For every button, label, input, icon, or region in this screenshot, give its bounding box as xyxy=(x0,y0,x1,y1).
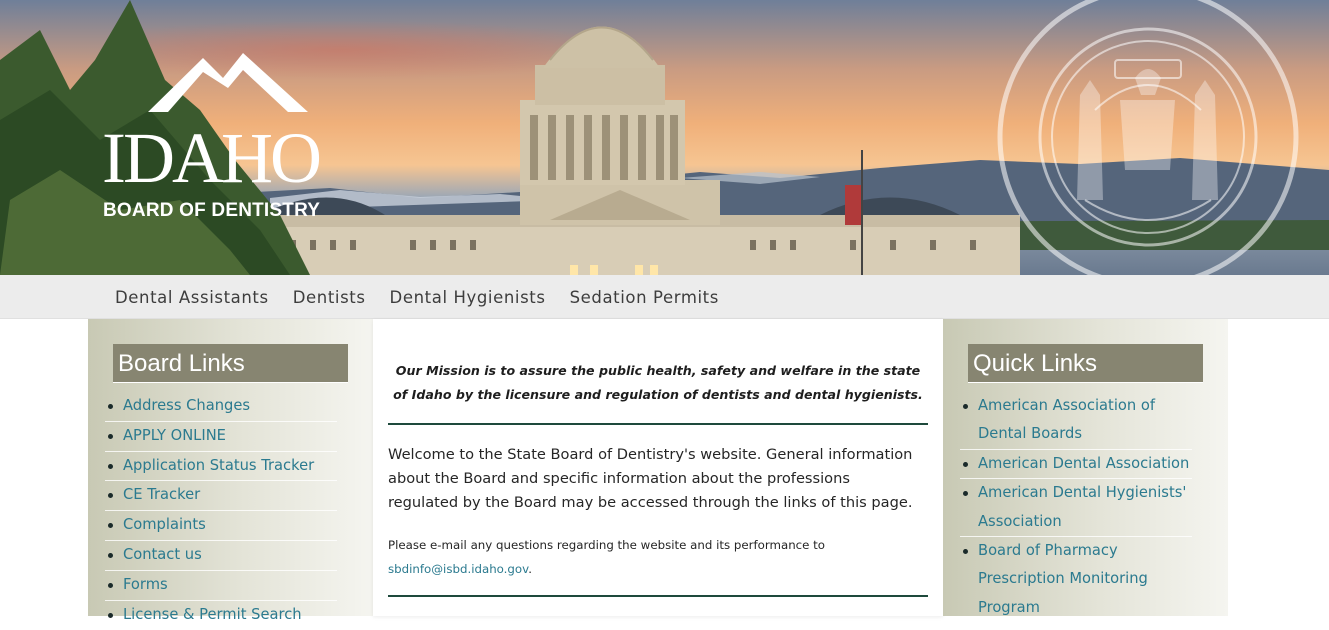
nav-item-dentists[interactable]: Dentists xyxy=(293,288,366,307)
board-links-heading: Board Links xyxy=(113,344,348,383)
quick-link-aadb[interactable]: American Association of Dental Boards xyxy=(960,392,1192,450)
divider-top xyxy=(388,423,928,425)
main-content: Our Mission is to assure the public heal… xyxy=(373,319,943,616)
board-link-address-changes[interactable]: Address Changes xyxy=(105,392,337,422)
quick-link-ada[interactable]: American Dental Association xyxy=(960,450,1192,480)
logo-title: IDAHO xyxy=(102,118,322,198)
nav-item-sedation-permits[interactable]: Sedation Permits xyxy=(570,288,719,307)
board-link-forms[interactable]: Forms xyxy=(105,571,337,601)
board-links-list: Address Changes APPLY ONLINE Application… xyxy=(105,392,337,630)
quick-link-pmp[interactable]: Board of Pharmacy Prescription Monitorin… xyxy=(960,537,1192,624)
email-note: Please e-mail any questions regarding th… xyxy=(388,533,908,581)
mission-statement: Our Mission is to assure the public heal… xyxy=(393,363,923,402)
nav-item-dental-hygienists[interactable]: Dental Hygienists xyxy=(390,288,546,307)
header-banner: IDAHO BOARD OF DENTISTRY xyxy=(0,0,1329,275)
board-link-complaints[interactable]: Complaints xyxy=(105,511,337,541)
divider-bottom xyxy=(388,595,928,597)
logo-subtitle: BOARD OF DENTISTRY xyxy=(103,200,321,221)
board-link-application-status-tracker[interactable]: Application Status Tracker xyxy=(105,452,337,482)
email-suffix: . xyxy=(528,562,532,576)
quick-links-list: American Association of Dental Boards Am… xyxy=(960,392,1192,624)
board-link-license-permit-search[interactable]: License & Permit Search xyxy=(105,601,337,630)
state-seal-image xyxy=(997,0,1299,275)
nav-item-dental-assistants[interactable]: Dental Assistants xyxy=(115,288,269,307)
email-intro-text: Please e-mail any questions regarding th… xyxy=(388,538,826,552)
welcome-text: Welcome to the State Board of Dentistry'… xyxy=(388,446,913,511)
nav-list: Dental Assistants Dentists Dental Hygien… xyxy=(115,275,743,319)
main-nav: Dental Assistants Dentists Dental Hygien… xyxy=(0,275,1329,319)
board-link-ce-tracker[interactable]: CE Tracker xyxy=(105,481,337,512)
quick-links-heading: Quick Links xyxy=(968,344,1203,383)
quick-links-sidebar: Quick Links American Association of Dent… xyxy=(943,319,1228,624)
capitol-building-image xyxy=(260,26,1020,275)
email-link[interactable]: sbdinfo@isbd.idaho.gov xyxy=(388,562,528,576)
mountain-logo-icon xyxy=(148,53,308,112)
board-links-sidebar: Board Links Address Changes APPLY ONLINE… xyxy=(88,319,373,630)
quick-link-adha[interactable]: American Dental Hygienists' Association xyxy=(960,479,1192,538)
board-link-contact-us[interactable]: Contact us xyxy=(105,541,337,571)
board-link-apply-online[interactable]: APPLY ONLINE xyxy=(105,422,337,452)
